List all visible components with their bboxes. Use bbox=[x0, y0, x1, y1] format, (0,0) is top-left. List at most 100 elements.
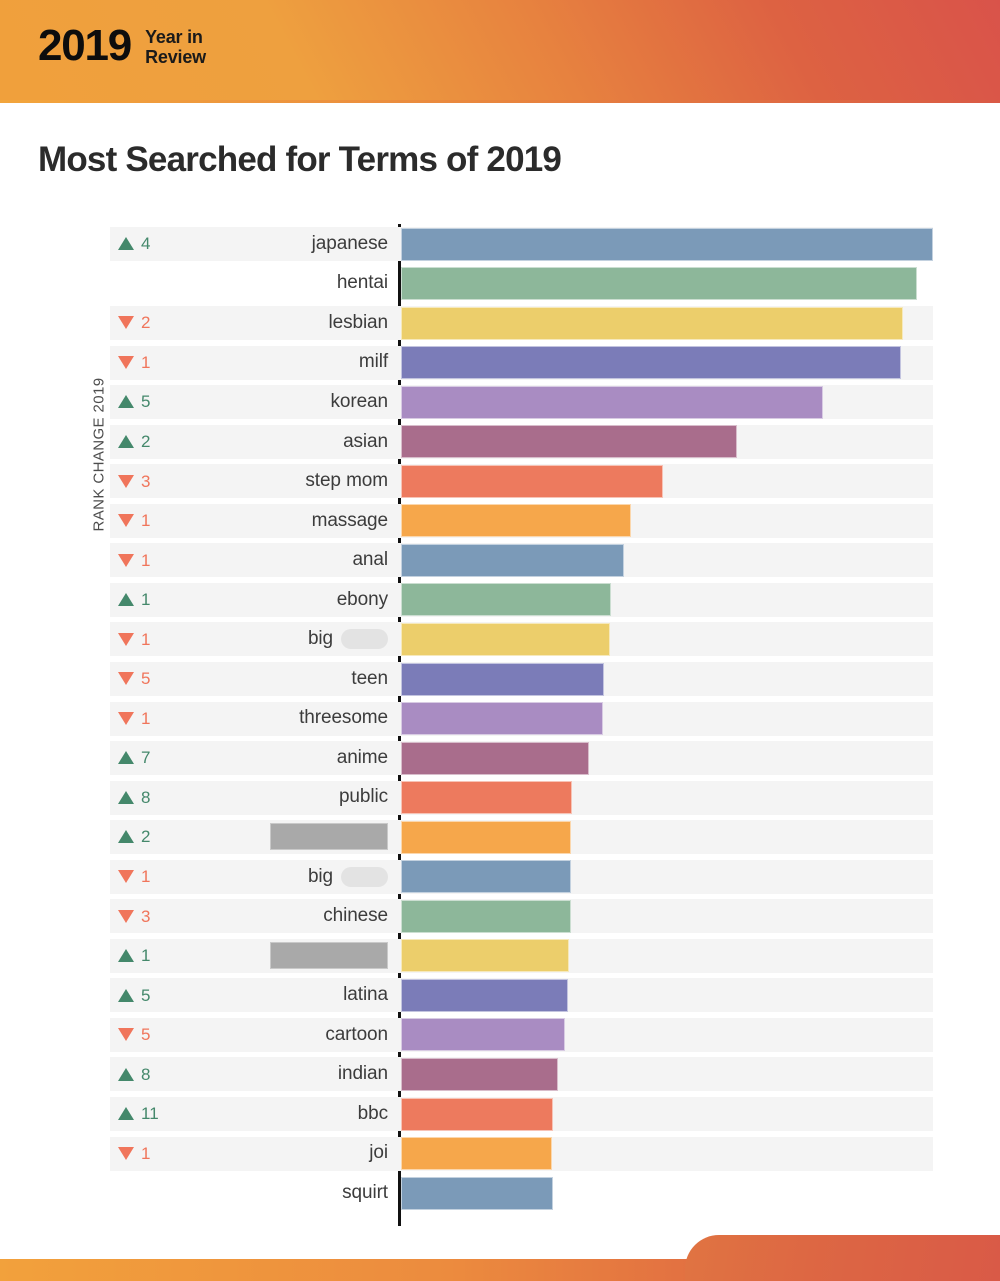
triangle-up-icon bbox=[118, 988, 134, 1002]
triangle-up-icon bbox=[118, 237, 134, 251]
chart-row: 1 joi bbox=[0, 1134, 1000, 1174]
header-subtitle-line1: Year in bbox=[145, 26, 203, 47]
header-banner: 2019 Year in Review bbox=[0, 0, 1000, 103]
bar bbox=[401, 1097, 554, 1131]
term-text: ebony bbox=[336, 588, 388, 610]
rank-change-value: 1 bbox=[141, 352, 151, 372]
term-label bbox=[200, 936, 388, 976]
term-label: teen bbox=[200, 659, 388, 699]
chart-row: 1 milf bbox=[0, 343, 1000, 383]
redacted-box bbox=[270, 942, 388, 970]
rank-change-cell: 2 bbox=[118, 303, 200, 343]
triangle-down-icon bbox=[118, 1146, 134, 1160]
term-text: step mom bbox=[305, 470, 388, 492]
chart-row: squirt bbox=[0, 1173, 1000, 1213]
bar bbox=[401, 346, 901, 380]
bar bbox=[401, 662, 605, 696]
rank-change-value: 2 bbox=[141, 313, 151, 333]
triangle-down-icon bbox=[118, 672, 134, 686]
chart-row: 5 korean bbox=[0, 382, 1000, 422]
rank-change-value: 2 bbox=[141, 827, 151, 847]
rank-change-value: 5 bbox=[141, 1025, 151, 1045]
rank-change-value: 1 bbox=[141, 867, 151, 887]
chart-row: 2 lesbian bbox=[0, 303, 1000, 343]
rank-change-value: 1 bbox=[141, 511, 151, 531]
term-text: hentai bbox=[336, 272, 388, 294]
bar bbox=[401, 385, 823, 419]
bar bbox=[401, 464, 664, 498]
bar bbox=[401, 1176, 554, 1210]
term-label: korean bbox=[200, 382, 389, 422]
rank-change-value: 5 bbox=[141, 392, 151, 412]
rank-change-cell: 5 bbox=[118, 659, 200, 699]
term-text: massage bbox=[311, 509, 389, 531]
triangle-down-icon bbox=[118, 514, 134, 528]
term-label: joi bbox=[200, 1134, 388, 1174]
chart-row: 5 latina bbox=[0, 975, 1000, 1015]
bar bbox=[401, 781, 573, 815]
bar-chart: RANK CHANGE 2019 4 japanese hentai 2 lesbian… bbox=[0, 224, 1000, 1226]
chart-rows: 4 japanese hentai 2 lesbian 1 milf 5 korean 2 asia… bbox=[0, 224, 1000, 1213]
term-label: asian bbox=[200, 422, 388, 462]
triangle-up-icon bbox=[118, 949, 134, 963]
rank-change-cell: 2 bbox=[118, 422, 200, 462]
term-label: latina bbox=[200, 975, 388, 1015]
term-text: chinese bbox=[323, 905, 388, 927]
term-label bbox=[200, 817, 388, 857]
rank-change-value: 5 bbox=[141, 669, 151, 689]
triangle-up-icon bbox=[118, 790, 134, 804]
rank-change-cell: 1 bbox=[118, 343, 200, 383]
rank-change-cell: 5 bbox=[118, 1015, 200, 1055]
rank-change-cell: 1 bbox=[118, 619, 200, 659]
term-text: asian bbox=[343, 430, 388, 452]
footer-banner bbox=[0, 1225, 1000, 1281]
term-label: public bbox=[200, 778, 388, 818]
term-text: japanese bbox=[311, 232, 388, 254]
header-year: 2019 bbox=[38, 21, 132, 70]
rank-change-cell: 7 bbox=[118, 738, 200, 778]
rank-change-value: 1 bbox=[141, 629, 151, 649]
rank-change-cell: 8 bbox=[118, 778, 200, 818]
term-label: cartoon bbox=[200, 1015, 388, 1055]
term-label: japanese bbox=[200, 224, 388, 264]
term-label: bbc bbox=[200, 1094, 388, 1134]
page-title: Most Searched for Terms of 2019 bbox=[38, 140, 562, 179]
rank-change-value: 5 bbox=[141, 985, 151, 1005]
term-text: cartoon bbox=[325, 1023, 388, 1045]
chart-row: 1 anal bbox=[0, 540, 1000, 580]
rank-change-value: 2 bbox=[141, 432, 151, 451]
bar bbox=[401, 741, 590, 775]
term-text: indian bbox=[337, 1063, 388, 1085]
triangle-down-icon bbox=[118, 870, 134, 884]
rank-change-cell: 3 bbox=[118, 896, 200, 936]
rank-change-cell: 1 bbox=[118, 540, 200, 580]
triangle-down-icon bbox=[118, 632, 134, 646]
bar bbox=[401, 583, 612, 617]
bar bbox=[401, 899, 571, 933]
bar bbox=[401, 820, 571, 854]
term-label: lesbian bbox=[200, 303, 388, 343]
bar bbox=[401, 860, 571, 894]
term-text: korean bbox=[330, 390, 389, 412]
rank-change-cell: 1 bbox=[118, 580, 200, 620]
chart-row: 5 cartoon bbox=[0, 1015, 1000, 1055]
rank-change-value: 1 bbox=[141, 590, 151, 610]
rank-change-cell: 1 bbox=[118, 1134, 200, 1174]
triangle-down-icon bbox=[118, 1028, 134, 1042]
term-text: anime bbox=[336, 746, 388, 768]
chart-row: 5 teen bbox=[0, 659, 1000, 699]
term-label: step mom bbox=[200, 461, 388, 501]
chart-row: 1 threesome bbox=[0, 699, 1000, 739]
bar bbox=[401, 227, 933, 261]
rank-change-value: 8 bbox=[141, 787, 151, 807]
term-text: anal bbox=[352, 549, 388, 571]
rank-change-value: 8 bbox=[141, 1064, 151, 1084]
rank-change-cell: 1 bbox=[118, 857, 200, 897]
rank-change-cell: 5 bbox=[118, 975, 200, 1015]
chart-row: 8 indian bbox=[0, 1054, 1000, 1094]
rank-change-cell: 8 bbox=[118, 1054, 200, 1094]
triangle-up-icon bbox=[118, 1067, 134, 1081]
triangle-down-icon bbox=[118, 474, 134, 488]
bar bbox=[401, 306, 904, 340]
chart-row: 1 ebony bbox=[0, 580, 1000, 620]
